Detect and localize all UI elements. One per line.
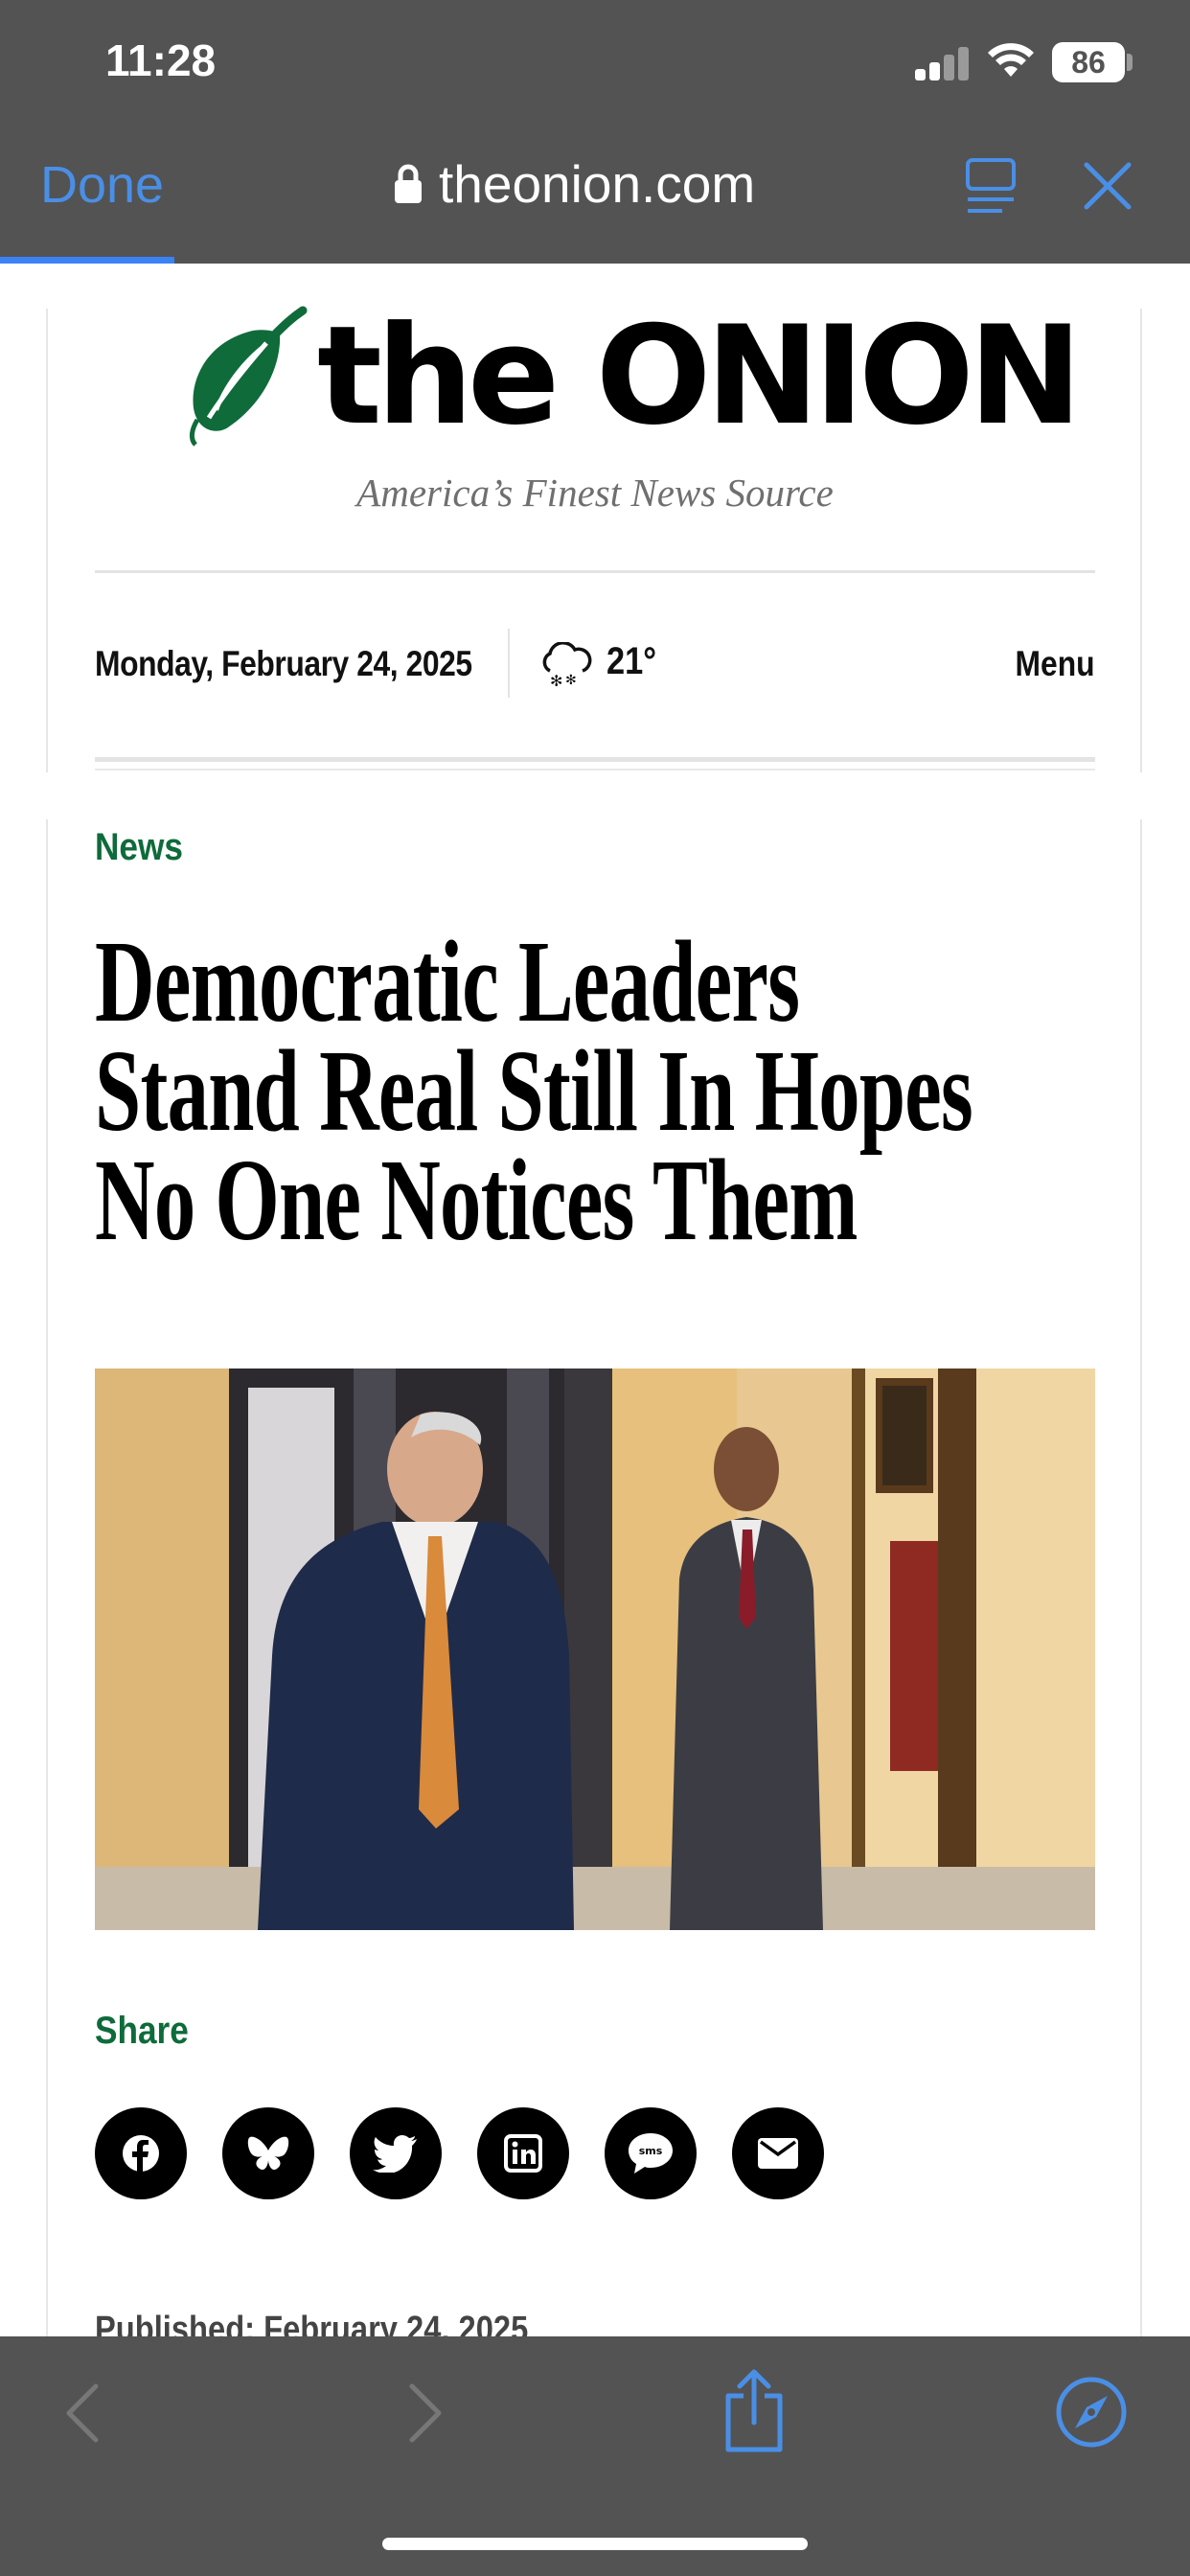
share-twitter-button[interactable]	[350, 2107, 442, 2199]
email-icon	[758, 2138, 798, 2169]
facebook-icon	[123, 2135, 159, 2173]
done-button[interactable]: Done	[40, 155, 164, 215]
battery-nub	[1127, 54, 1133, 71]
share-facebook-button[interactable]	[95, 2107, 187, 2199]
status-time: 11:28	[105, 35, 217, 85]
home-indicator[interactable]	[382, 2538, 808, 2550]
snow-cloud-icon: ✻ ✻	[542, 642, 592, 688]
page-load-progress	[0, 257, 174, 264]
share-sms-button[interactable]: sms	[605, 2107, 697, 2199]
divider	[508, 629, 510, 698]
sms-icon-text: sms	[639, 2145, 663, 2157]
article-photo	[95, 1368, 1095, 1930]
browser-header: 11:28 86 Done theonion.com	[0, 0, 1190, 264]
wifi-icon	[988, 43, 1034, 77]
onion-logo[interactable]: the ONION	[188, 305, 1083, 448]
lock-icon	[395, 164, 422, 203]
temperature: 21°	[606, 640, 657, 682]
tagline: America’s Finest News Source	[356, 471, 834, 515]
chevron-left-icon[interactable]	[59, 2380, 105, 2446]
bluesky-icon	[247, 2136, 289, 2171]
article-headline: Democratic Leaders Stand Real Still In H…	[95, 917, 973, 1265]
chevron-right-icon[interactable]	[402, 2380, 448, 2446]
section-label[interactable]: News	[95, 826, 183, 869]
url-bar[interactable]: theonion.com	[393, 153, 755, 215]
onion-logo-icon	[189, 306, 308, 447]
svg-text:✻: ✻	[550, 672, 562, 688]
svg-text:✻: ✻	[565, 673, 577, 688]
current-date: Monday, February 24, 2025	[95, 644, 472, 683]
reader-icon[interactable]	[964, 157, 1018, 215]
share-label: Share	[95, 2010, 189, 2052]
logo-wordmark: the ONION	[317, 297, 1083, 455]
menu-button[interactable]: Menu	[1016, 644, 1095, 684]
share-buttons: sms	[95, 2107, 824, 2199]
twitter-icon	[373, 2135, 417, 2173]
share-icon[interactable]	[721, 2367, 788, 2453]
share-email-button[interactable]	[732, 2107, 824, 2199]
divider	[95, 757, 1095, 762]
battery-level: 86	[1052, 42, 1125, 82]
share-linkedin-button[interactable]	[477, 2107, 569, 2199]
close-icon[interactable]	[1079, 157, 1136, 215]
linkedin-icon	[504, 2134, 542, 2173]
share-bluesky-button[interactable]	[222, 2107, 314, 2199]
cellular-signal-icon	[915, 46, 971, 80]
sms-icon: sms	[629, 2133, 673, 2174]
url-text: theonion.com	[439, 154, 756, 214]
divider	[95, 769, 1095, 770]
compass-icon[interactable]	[1054, 2375, 1129, 2450]
divider	[95, 570, 1095, 573]
